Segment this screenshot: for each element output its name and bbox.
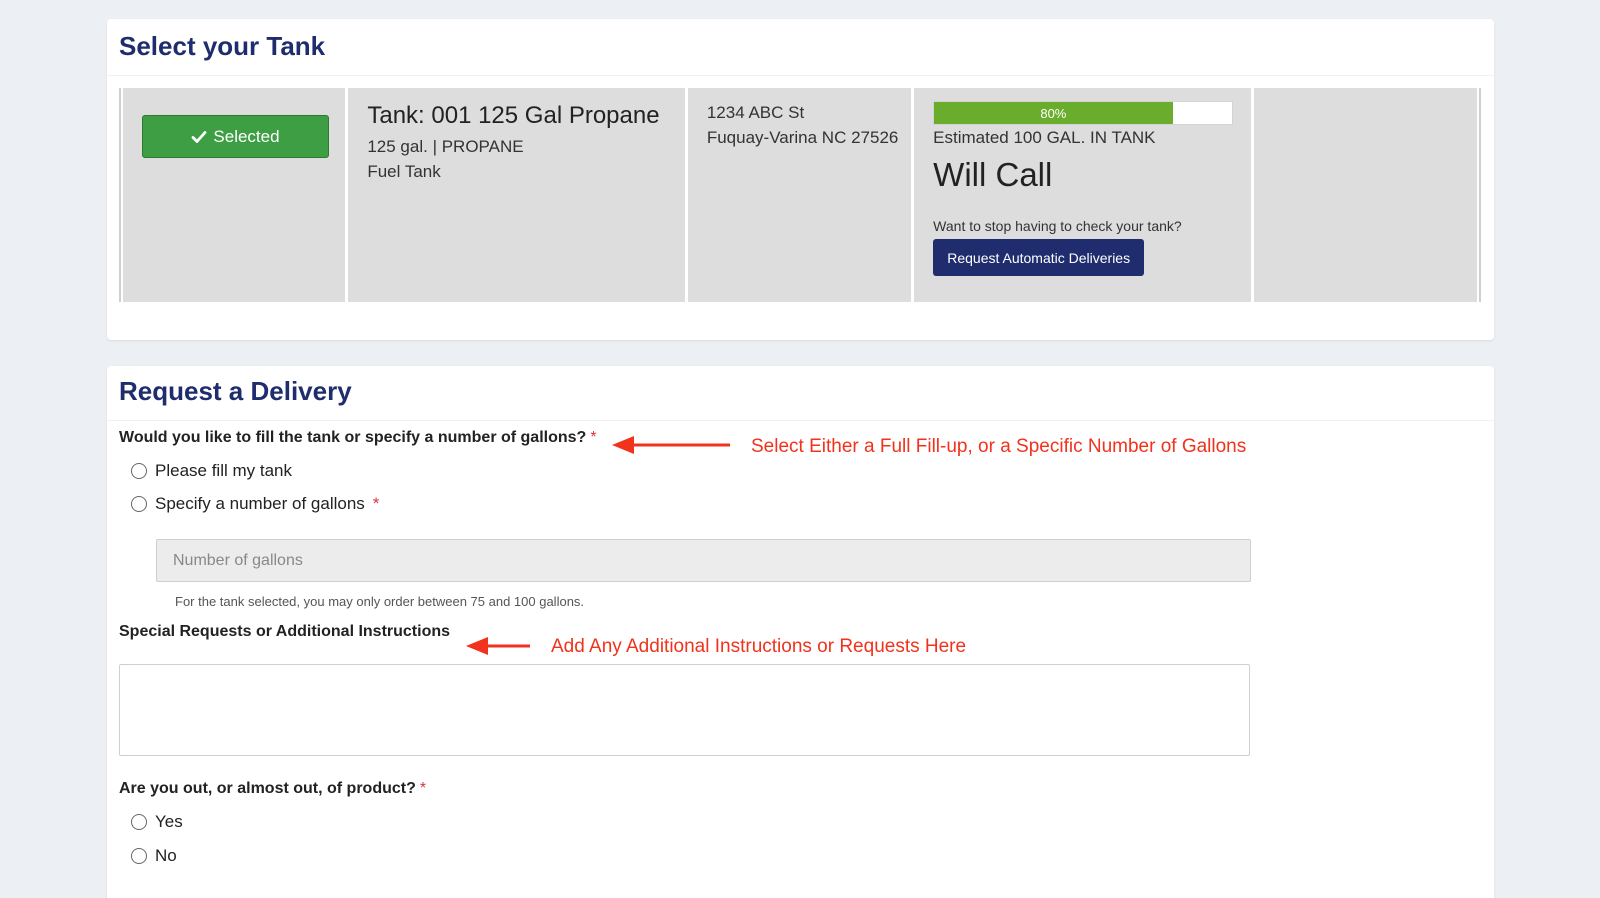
out-question-label: Are you out, or almost out, of product? * — [119, 780, 426, 798]
annotation-instructions-note: Add Any Additional Instructions or Reque… — [551, 636, 967, 657]
tank-name: Tank: 001 125 Gal Propane — [367, 102, 660, 129]
annotation-arrow-left-icon — [612, 436, 730, 454]
check-icon — [192, 130, 207, 143]
tank-row[interactable]: Selected Tank: 001 125 Gal Propane 125 g… — [119, 88, 1481, 302]
radio-no[interactable]: No — [131, 846, 177, 866]
request-automatic-deliveries-button[interactable]: Request Automatic Deliveries — [933, 239, 1145, 276]
request-delivery-header: Request a Delivery — [107, 366, 1494, 421]
radio-yes-label: Yes — [155, 812, 183, 831]
address-line2: Fuquay-Varina NC 27526 — [706, 128, 899, 147]
gallons-help-text: For the tank selected, you may only orde… — [175, 594, 585, 609]
delivery-plan: Will Call — [933, 156, 1053, 193]
radio-yes[interactable]: Yes — [131, 812, 183, 832]
fill-question-text: Would you like to fill the tank or speci… — [119, 429, 587, 446]
select-tank-title: Select your Tank — [119, 31, 326, 61]
selected-button[interactable]: Selected — [142, 115, 329, 158]
select-tank-header: Select your Tank — [107, 19, 1494, 76]
stop-checking-text: Want to stop having to check your tank? — [933, 218, 1182, 234]
tank-address-cell: 1234 ABC St Fuquay-Varina NC 27526 — [687, 88, 912, 302]
required-mark: * — [419, 780, 427, 797]
radio-specify-gallons[interactable]: Specify a number of gallons * — [131, 494, 379, 514]
radio-specify-gallons-label: Specify a number of gallons — [155, 494, 365, 513]
tank-info-cell: Tank: 001 125 Gal Propane 125 gal. | PRO… — [348, 88, 685, 302]
fill-question-label: Would you like to fill the tank or speci… — [119, 429, 597, 447]
tank-type: Fuel Tank — [367, 162, 441, 181]
radio-no-label: No — [155, 846, 177, 865]
request-delivery-title: Request a Delivery — [119, 376, 352, 406]
address-line1: 1234 ABC St — [706, 103, 805, 122]
selected-label: Selected — [213, 126, 280, 146]
tank-empty-cell — [1253, 88, 1477, 302]
radio-specify-gallons-circle[interactable] — [131, 496, 147, 512]
required-mark: * — [372, 494, 380, 513]
tank-level-fill: 80% — [934, 102, 1173, 124]
tank-level-bar: 80% — [933, 101, 1234, 125]
estimated-gallons: Estimated 100 GAL. IN TANK — [933, 128, 1156, 147]
tank-level-cell: 80% Estimated 100 GAL. IN TANK Will Call… — [914, 88, 1251, 302]
radio-fill-tank[interactable]: Please fill my tank — [131, 461, 292, 481]
select-tank-card: Select your Tank Selected Tank: 001 125 … — [107, 19, 1494, 340]
instructions-label: Special Requests or Additional Instructi… — [119, 623, 451, 640]
radio-yes-circle[interactable] — [131, 814, 147, 830]
tank-select-cell: Selected — [123, 88, 346, 302]
tank-spec: 125 gal. | PROPANE — [367, 137, 524, 156]
radio-no-circle[interactable] — [131, 848, 147, 864]
tank-level-label: 80% — [1040, 105, 1067, 121]
gallons-input[interactable]: Number of gallons — [156, 539, 1251, 582]
radio-fill-tank-circle[interactable] — [131, 463, 147, 479]
annotation-fill-note: Select Either a Full Fill-up, or a Speci… — [751, 436, 1247, 457]
out-question-text: Are you out, or almost out, of product? — [119, 780, 416, 797]
required-mark: * — [590, 429, 597, 446]
instructions-textarea[interactable] — [119, 664, 1250, 756]
annotation-arrow-left-icon — [466, 637, 530, 655]
radio-fill-tank-label: Please fill my tank — [155, 461, 292, 480]
